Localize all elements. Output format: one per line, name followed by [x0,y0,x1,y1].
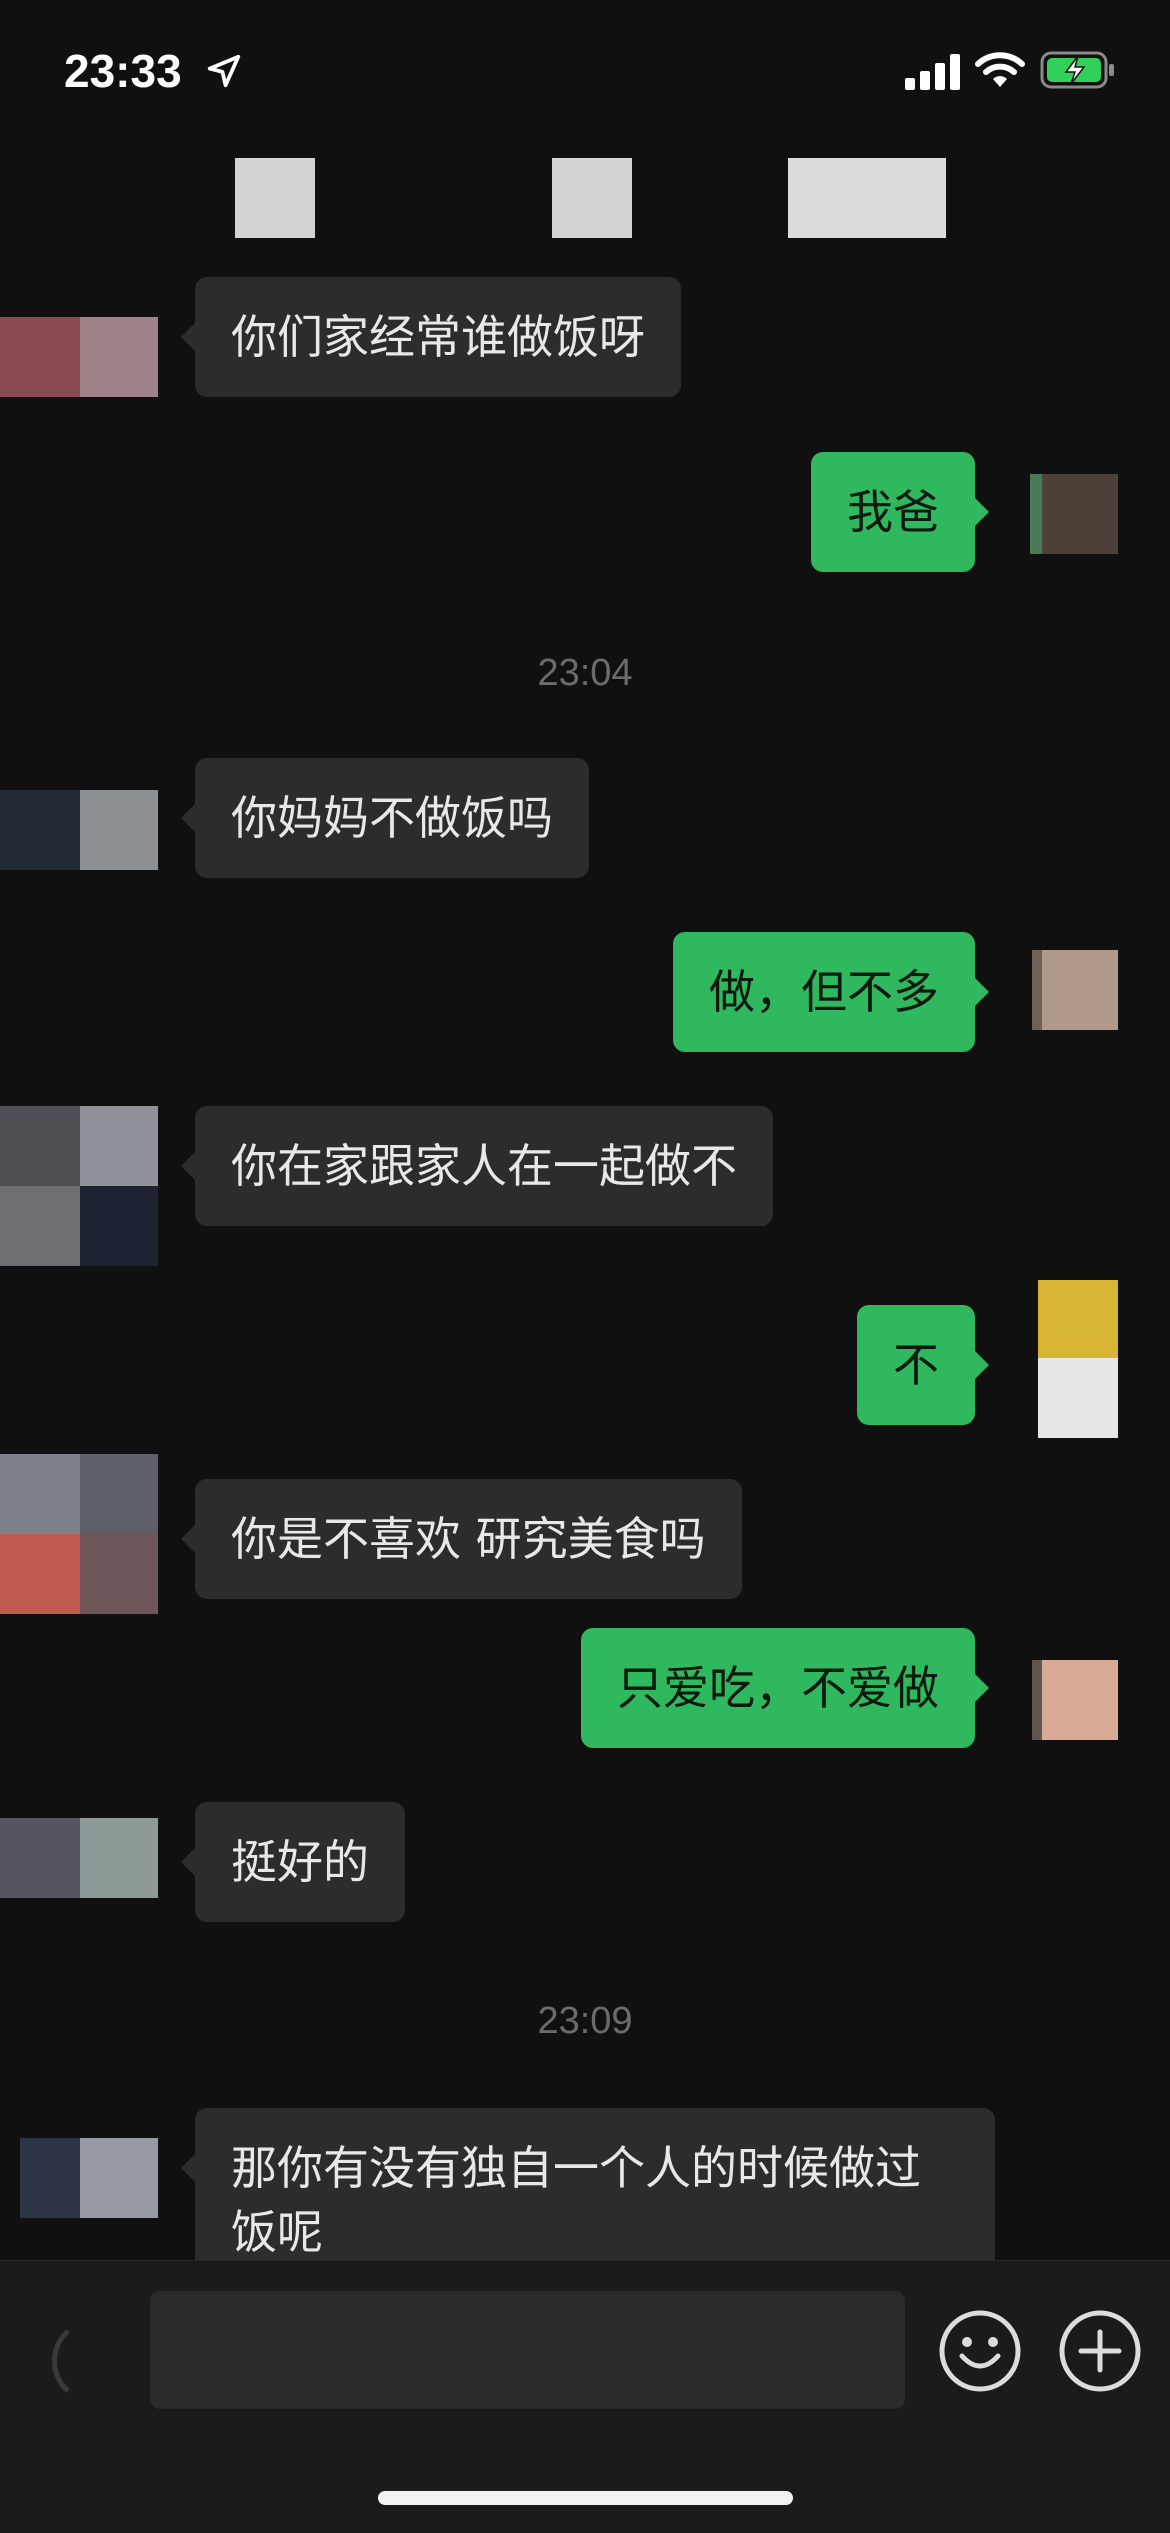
contact-avatar[interactable] [0,2138,160,2218]
user-avatar[interactable] [1010,950,1170,1030]
cellular-signal-icon [905,54,960,90]
message-row-incoming: 你们家经常谁做饭呀 [0,277,1170,402]
message-row-outgoing: 我爸 [0,452,1170,577]
chat-input-bar [0,2260,1170,2533]
battery-charging-icon [1040,51,1114,89]
user-avatar[interactable] [1010,474,1170,554]
contact-avatar[interactable] [0,317,160,397]
chat-message-list[interactable]: 你们家经常谁做饭呀 我爸 23:04 你妈妈不做饭吗 做，但不多 你在家跟家人在… [0,250,1170,2308]
status-bar: 23:33 [0,0,1170,150]
message-row-incoming: 你妈妈不做饭吗 [0,758,1170,883]
contact-avatar[interactable] [0,1454,160,1614]
message-row-outgoing: 不 [0,1280,1170,1440]
message-text-input[interactable] [150,2291,905,2409]
message-bubble-outgoing[interactable]: 做，但不多 [673,932,989,1052]
message-bubble-incoming[interactable]: 你们家经常谁做饭呀 [181,277,681,397]
emoji-icon[interactable] [935,2306,1025,2396]
message-row-outgoing: 做，但不多 [0,932,1170,1057]
message-row-incoming: 你是不喜欢 研究美食吗 [0,1454,1170,1614]
message-bubble-outgoing[interactable]: 我爸 [811,452,989,572]
user-avatar[interactable] [1010,1280,1170,1440]
plus-icon[interactable] [1055,2306,1145,2396]
contact-avatar[interactable] [0,790,160,870]
message-bubble-incoming[interactable]: 挺好的 [181,1802,405,1922]
message-bubble-incoming[interactable]: 你在家跟家人在一起做不 [181,1106,773,1226]
status-time: 23:33 [64,45,182,97]
header-avatar-block [235,158,315,238]
message-timestamp: 23:04 [537,652,633,694]
message-bubble-outgoing[interactable]: 只爱吃，不爱做 [581,1628,989,1748]
message-row-incoming: 那你有没有独自一个人的时候做过饭呢 [0,2108,1170,2308]
contact-avatar[interactable] [0,1818,160,1898]
message-bubble-outgoing[interactable]: 不 [857,1305,989,1425]
location-arrow-icon [207,54,241,88]
message-row-incoming: 你在家跟家人在一起做不 [0,1106,1170,1266]
user-avatar[interactable] [1010,1660,1170,1740]
message-row-incoming: 挺好的 [0,1802,1170,1927]
message-timestamp: 23:09 [537,2000,633,2042]
message-bubble-incoming[interactable]: 你妈妈不做饭吗 [181,758,589,878]
wifi-icon [975,52,1025,87]
contact-avatar[interactable] [0,1106,160,1266]
voice-icon[interactable] [28,2301,88,2421]
message-row-outgoing: 只爱吃，不爱做 [0,1628,1170,1753]
header-avatar-block [788,158,946,238]
chat-header-avatars [0,150,1170,250]
message-bubble-incoming[interactable]: 你是不喜欢 研究美食吗 [181,1479,742,1599]
home-indicator[interactable] [378,2491,793,2505]
header-avatar-block [552,158,632,238]
